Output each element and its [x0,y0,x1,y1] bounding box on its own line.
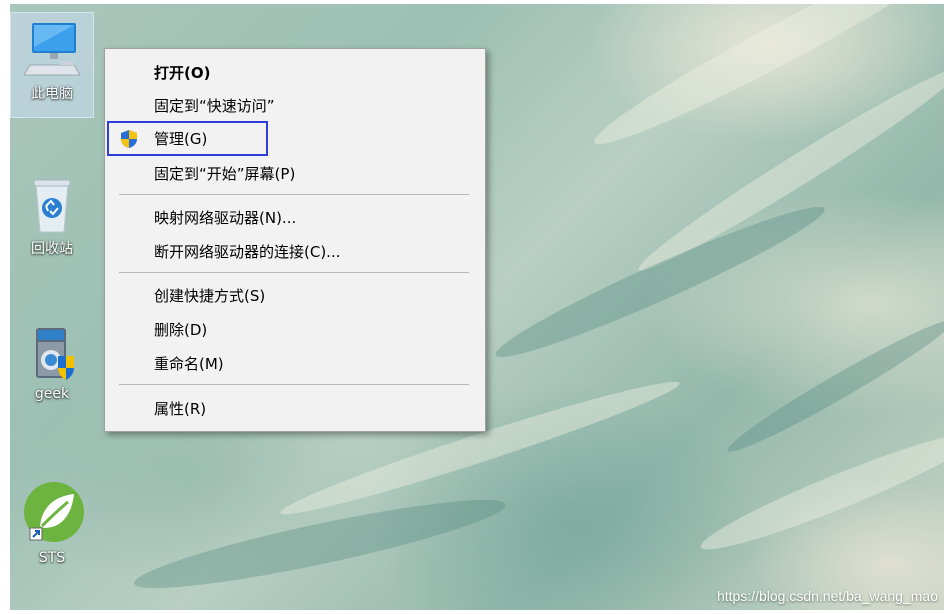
menu-separator [119,194,469,195]
desktop-icon-this-pc[interactable]: 此电脑 [10,12,94,118]
menu-item-delete[interactable]: 删除(D) [106,314,484,344]
menu-separator [119,272,469,273]
computer-icon [20,17,84,81]
menu-item-create-shortcut[interactable]: 创建快捷方式(S) [106,280,484,310]
desktop-icon-geek[interactable]: geek [11,316,93,406]
recycle-bin-icon [20,172,84,236]
context-menu: 打开(O) 固定到“快速访问” 管理(G) 固定到“开始”屏幕(P) 映射网络驱… [104,48,486,432]
menu-item-rename[interactable]: 重命名(M) [106,348,484,378]
desktop-icon-sts[interactable]: STS [11,472,93,570]
watermark: https://blog.csdn.net/ba_wang_mao [716,588,938,604]
menu-item-map-network-drive[interactable]: 映射网络驱动器(N)... [106,202,484,232]
desktop-icon-label: 此电脑 [31,86,73,102]
menu-item-disconnect-network-drive[interactable]: 断开网络驱动器的连接(C)... [106,236,484,266]
shield-folder-icon [20,320,84,384]
menu-separator [119,384,469,385]
desktop-icon-label: geek [34,386,70,402]
spring-leaf-shortcut-icon [16,476,88,548]
menu-item-open[interactable]: 打开(O) [106,57,484,87]
menu-item-pin-start[interactable]: 固定到“开始”屏幕(P) [106,158,484,188]
menu-item-properties[interactable]: 属性(R) [106,393,484,423]
desktop-icon-recycle-bin[interactable]: 回收站 [11,168,93,262]
desktop-icon-label: 回收站 [31,241,73,257]
desktop-icon-label: STS [38,550,66,566]
menu-item-pin-quick-access[interactable]: 固定到“快速访问” [106,90,484,120]
highlight-box [107,121,268,156]
